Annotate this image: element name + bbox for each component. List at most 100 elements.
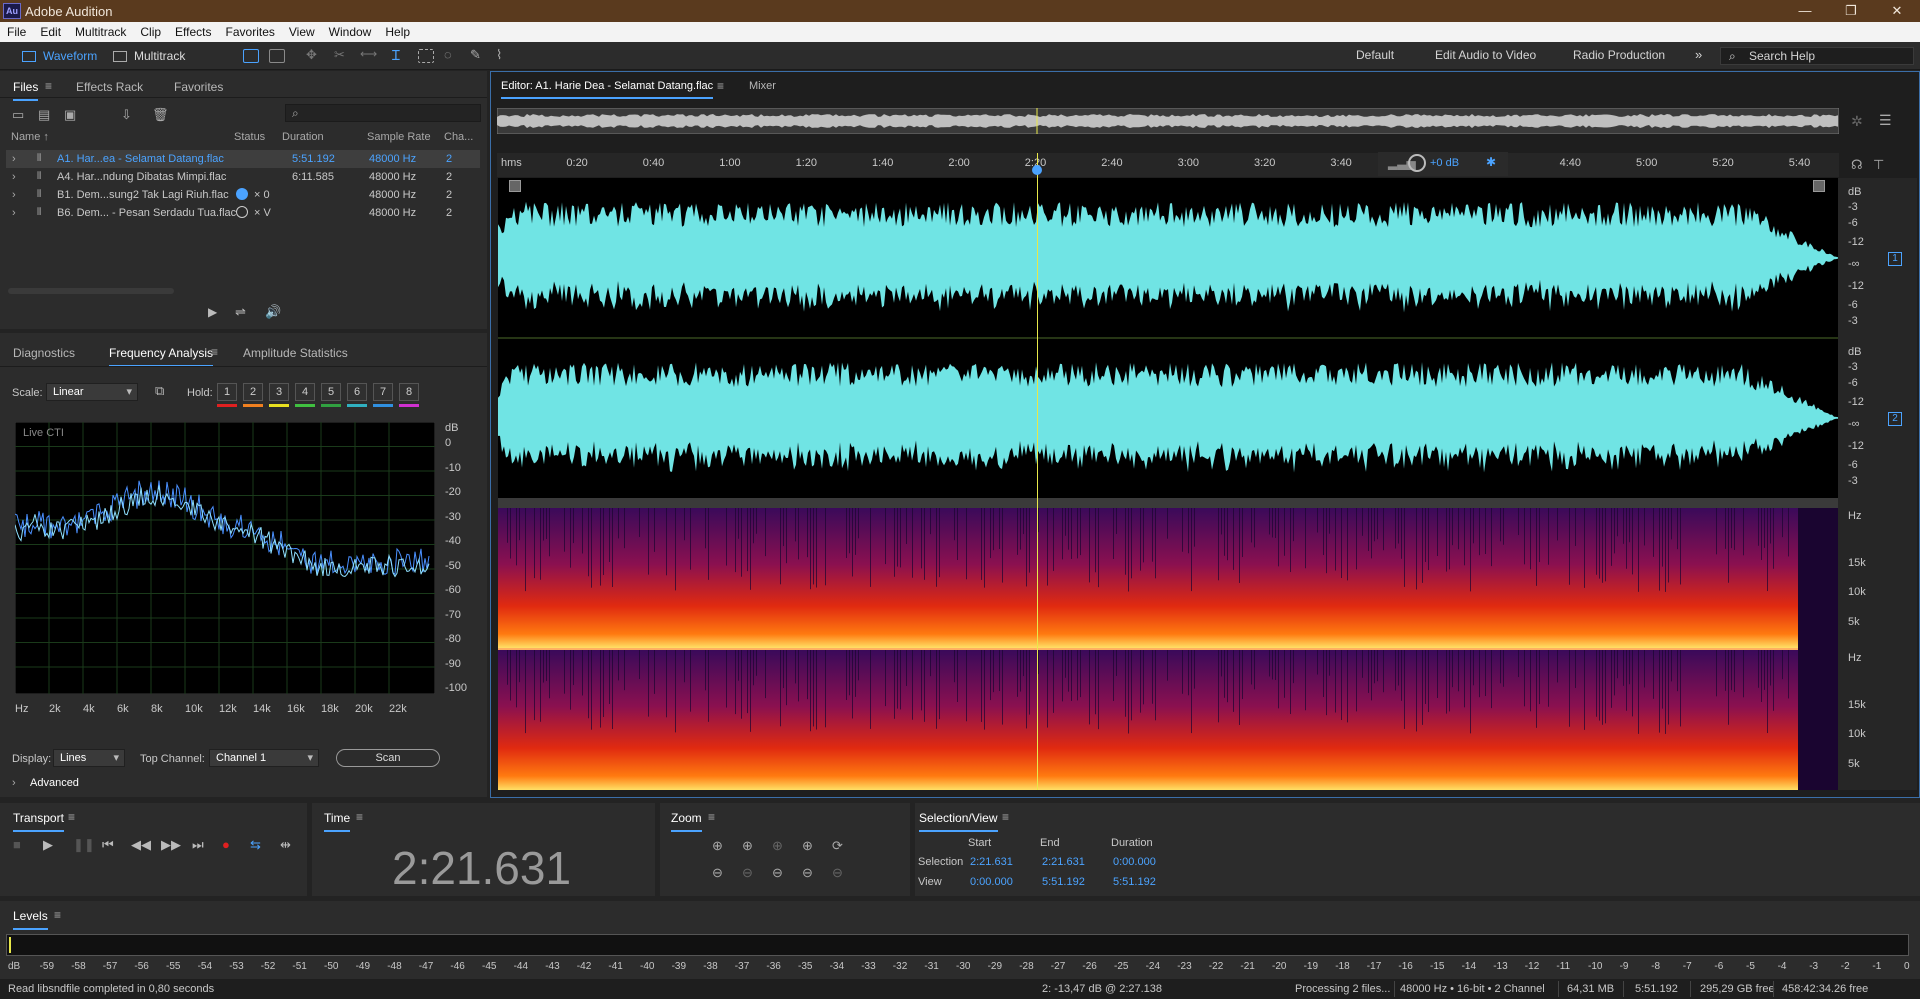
waveform-display[interactable] [498, 178, 1838, 498]
hold-button-6[interactable]: 6 [347, 383, 367, 401]
selection-end[interactable]: 2:21.631 [1042, 856, 1085, 868]
channel-1-toggle[interactable]: 1 [1888, 252, 1902, 266]
spectral-pitch-display-icon[interactable] [269, 49, 285, 63]
overview-navigator[interactable] [497, 108, 1839, 134]
skip-to-end-icon[interactable]: ⏭ [192, 837, 204, 853]
tab-diagnostics[interactable]: Diagnostics [13, 346, 75, 360]
menu-help[interactable]: Help [378, 25, 417, 39]
loop-preview-icon[interactable]: ⇌ [235, 304, 246, 320]
playhead[interactable] [1037, 153, 1038, 790]
expand-icon[interactable]: › [12, 777, 16, 789]
menu-edit[interactable]: Edit [33, 25, 68, 39]
record-icon[interactable]: ● [222, 837, 230, 852]
spectral-frequency-display-icon[interactable] [243, 49, 259, 63]
selection-view-menu-icon[interactable]: ≡ [1002, 810, 1009, 824]
stop-icon[interactable]: ■ [13, 837, 21, 852]
slip-tool-icon[interactable]: ⟷ [360, 47, 377, 61]
maximize-button[interactable]: ❐ [1828, 0, 1874, 22]
menu-effects[interactable]: Effects [168, 25, 218, 39]
marquee-selection-tool-icon[interactable] [418, 49, 434, 63]
minimize-button[interactable]: — [1782, 0, 1828, 22]
open-file-icon[interactable]: ▭ [12, 107, 24, 123]
current-time-display[interactable]: 2:21.631 [392, 841, 571, 895]
zoom-fit-icon[interactable]: ⊖ [832, 865, 843, 881]
editor-menu-icon[interactable]: ≡ [717, 79, 724, 93]
expand-icon[interactable]: › [12, 189, 16, 201]
tab-amplitude-statistics[interactable]: Amplitude Statistics [243, 346, 348, 360]
menu-window[interactable]: Window [322, 25, 379, 39]
display-dropdown[interactable]: Lines [53, 749, 125, 767]
zoom-in-point-icon[interactable]: ⊕ [802, 838, 813, 854]
zoom-out-amplitude-icon[interactable]: ⊖ [712, 865, 723, 881]
display-divider-handle[interactable] [498, 498, 1838, 508]
menu-file[interactable]: File [0, 25, 33, 39]
pencil-toggle-icon[interactable] [1813, 180, 1825, 192]
files-panel-menu-icon[interactable]: ≡ [45, 79, 52, 93]
tab-mixer[interactable]: Mixer [749, 80, 776, 92]
copy-graph-icon[interactable]: ⧉ [155, 383, 164, 399]
menu-favorites[interactable]: Favorites [219, 25, 282, 39]
hold-button-2[interactable]: 2 [243, 383, 263, 401]
levels-menu-icon[interactable]: ≡ [54, 908, 61, 922]
file-row[interactable]: › ⫴ A1. Har...ea - Selamat Datang.flac 5… [6, 150, 480, 168]
view-end[interactable]: 5:51.192 [1042, 876, 1085, 888]
files-search-input[interactable]: ⌕ [285, 104, 481, 122]
files-scrollbar[interactable] [8, 288, 174, 294]
hold-button-5[interactable]: 5 [321, 383, 341, 401]
open-append-icon[interactable]: ▤ [38, 107, 50, 123]
menu-view[interactable]: View [282, 25, 322, 39]
tab-files[interactable]: Files [13, 80, 39, 101]
scan-button[interactable]: Scan [336, 749, 440, 767]
workspace-edit-audio-to-video[interactable]: Edit Audio to Video [1435, 48, 1536, 62]
workspace-overflow-icon[interactable]: » [1695, 47, 1702, 62]
skip-to-start-icon[interactable]: ⏮ [102, 837, 114, 853]
expand-icon[interactable]: › [12, 171, 16, 183]
selection-start[interactable]: 2:21.631 [970, 856, 1013, 868]
tab-frequency-analysis[interactable]: Frequency Analysis [109, 346, 214, 367]
hold-button-4[interactable]: 4 [295, 383, 315, 401]
close-button[interactable]: ✕ [1874, 0, 1920, 22]
skip-selection-icon[interactable]: ⇹ [280, 837, 291, 853]
close-file-icon[interactable]: 🗑 [152, 107, 169, 123]
lasso-selection-tool-icon[interactable]: ◌ [444, 47, 460, 62]
menu-clip[interactable]: Clip [133, 25, 168, 39]
spectral-frequency-display[interactable] [498, 508, 1838, 790]
view-start[interactable]: 0:00.000 [970, 876, 1013, 888]
column-name[interactable]: Name ↑ [11, 131, 49, 143]
time-menu-icon[interactable]: ≡ [356, 810, 363, 824]
zoom-in-out-icon[interactable]: ⊖ [802, 865, 813, 881]
multitrack-view-button[interactable]: Multitrack [113, 46, 185, 66]
top-channel-dropdown[interactable]: Channel 1 [209, 749, 319, 767]
new-file-icon[interactable]: ▣ [64, 107, 76, 123]
auto-play-icon[interactable]: 🔊 [265, 304, 281, 320]
tab-effects-rack[interactable]: Effects Rack [76, 80, 143, 94]
fast-forward-icon[interactable]: ▶▶ [161, 837, 181, 853]
headphones-icon[interactable]: ☊ [1851, 157, 1863, 173]
tab-favorites[interactable]: Favorites [174, 80, 223, 94]
volume-knob[interactable] [1408, 154, 1426, 172]
zoom-out-full-icon[interactable]: ⊖ [772, 865, 783, 881]
column-sample-rate[interactable]: Sample Rate [367, 131, 431, 143]
razor-tool-icon[interactable]: ✂ [334, 47, 350, 62]
play-preview-icon[interactable]: ▶ [208, 305, 217, 319]
hold-button-7[interactable]: 7 [373, 383, 393, 401]
move-tool-icon[interactable]: ✥ [306, 47, 322, 62]
file-row[interactable]: › ⫴ A4. Har...ndung Dibatas Mimpi.flac 6… [6, 168, 480, 186]
zoom-in-amplitude-icon[interactable]: ⊕ [712, 838, 723, 854]
hold-button-1[interactable]: 1 [217, 383, 237, 401]
search-help-input[interactable]: ⌕ Search Help [1720, 47, 1914, 65]
pause-icon[interactable]: ❚❚ [73, 837, 95, 853]
rewind-icon[interactable]: ◀◀ [131, 837, 151, 853]
selection-duration[interactable]: 0:00.000 [1113, 856, 1156, 868]
workspace-radio-production[interactable]: Radio Production [1573, 48, 1665, 62]
marker-icon[interactable]: ⊤ [1873, 157, 1884, 173]
view-duration[interactable]: 5:51.192 [1113, 876, 1156, 888]
pin-hud-icon[interactable]: ✱ [1486, 155, 1496, 169]
analysis-menu-icon[interactable]: ≡ [211, 345, 218, 359]
zoom-out-time-icon[interactable]: ⊖ [742, 865, 753, 881]
transport-menu-icon[interactable]: ≡ [68, 810, 75, 824]
loop-playback-icon[interactable]: ⇆ [250, 837, 261, 853]
zoom-menu-icon[interactable]: ≡ [708, 810, 715, 824]
insert-into-multitrack-icon[interactable]: ⇩ [121, 107, 132, 123]
file-row[interactable]: › ⫴ B1. Dem...sung2 Tak Lagi Riuh.flac ×… [6, 186, 480, 204]
